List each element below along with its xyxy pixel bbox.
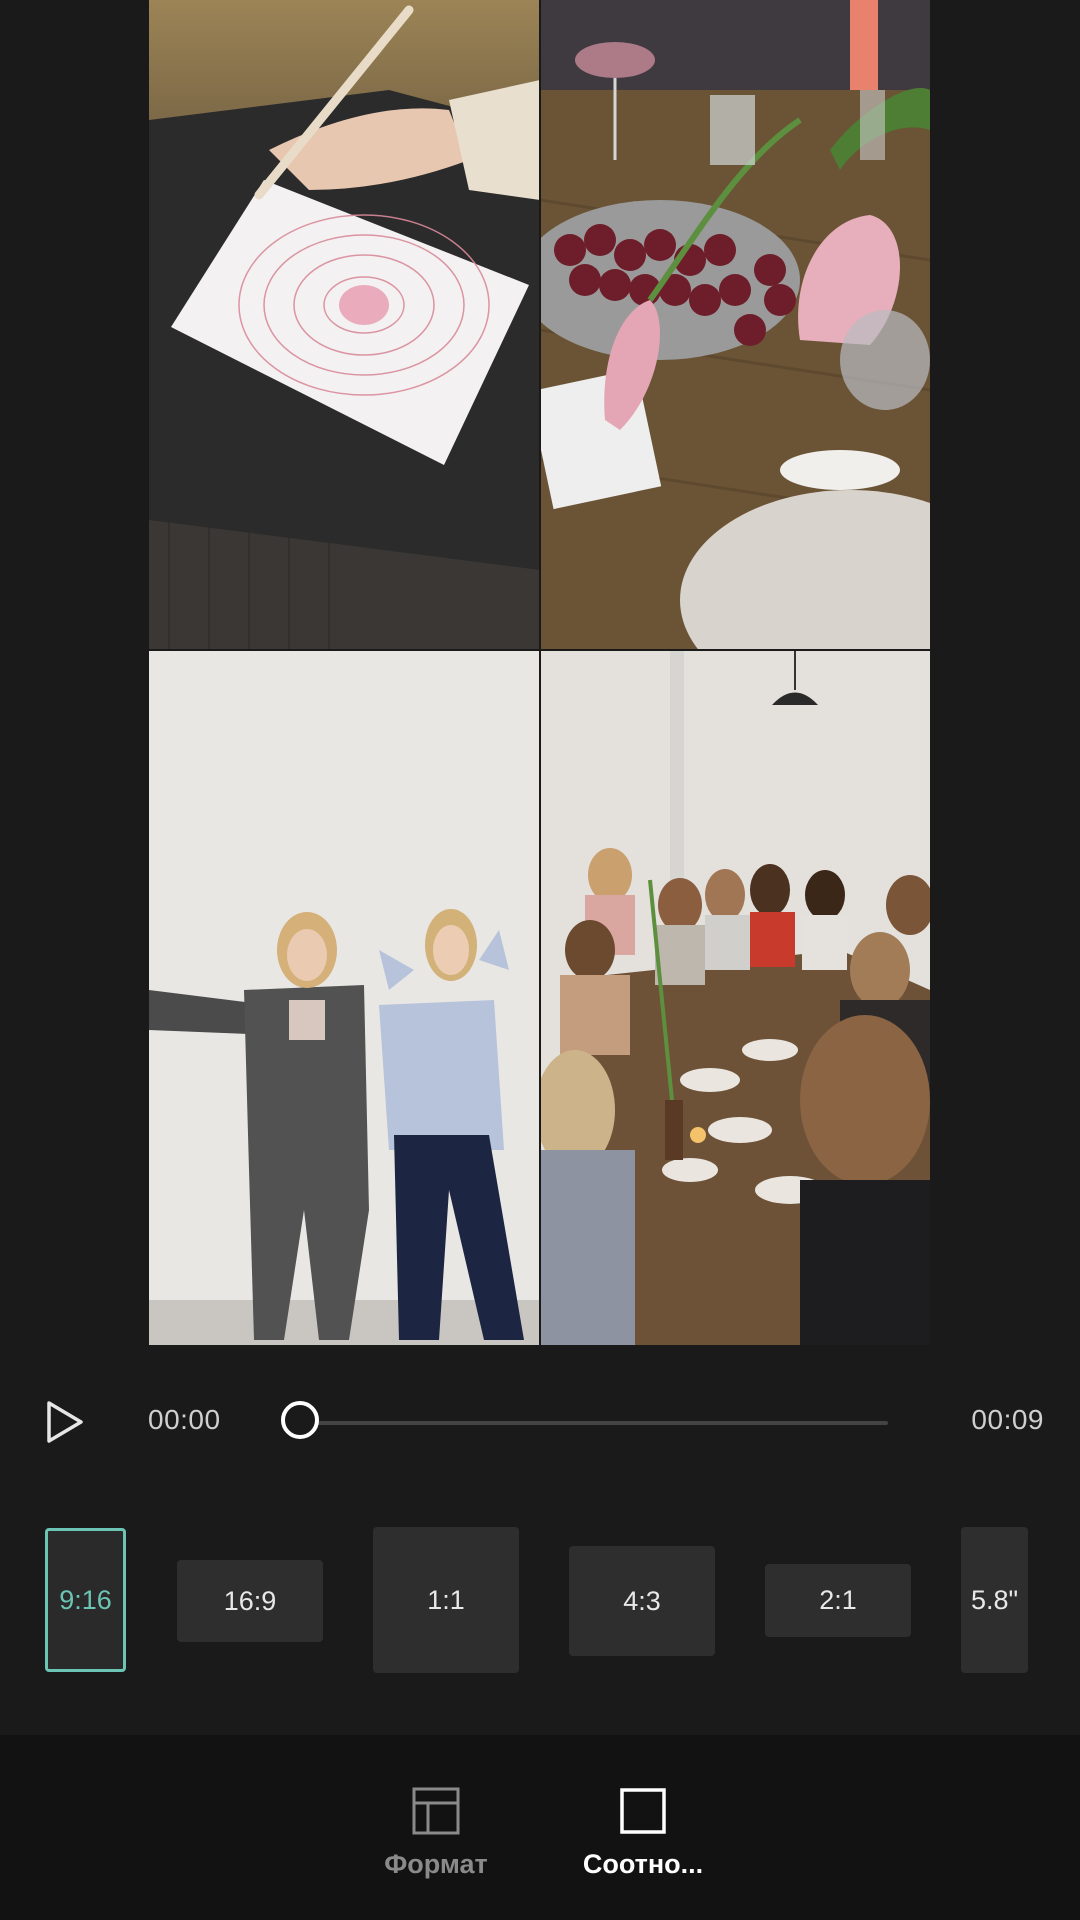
ratio-option-4-3[interactable]: 4:3	[569, 1546, 715, 1656]
aspect-ratio-tool-button[interactable]: Соотно...	[553, 1785, 733, 1880]
play-icon	[47, 1401, 83, 1443]
collage-divider-vertical	[539, 0, 541, 1345]
preview-photo-dinner-table	[540, 0, 930, 650]
format-tool-label: Формат	[384, 1849, 488, 1879]
total-duration: 00:09	[971, 1404, 1044, 1435]
layout-grid-icon	[412, 1787, 460, 1835]
video-editor-screen: 00:00 00:09 9:16 16:9 1:1 4:3 2:1 5.8" Ф…	[0, 0, 1080, 1920]
ratio-option-16-9[interactable]: 16:9	[177, 1560, 323, 1642]
timeline-scrubber[interactable]	[302, 1421, 888, 1425]
video-preview[interactable]	[149, 0, 930, 1345]
square-frame-icon	[620, 1788, 666, 1834]
ratio-option-9-16[interactable]: 9:16	[45, 1528, 126, 1672]
current-time: 00:00	[148, 1404, 221, 1435]
ratio-option-2-1[interactable]: 2:1	[765, 1564, 911, 1637]
collage-divider-horizontal	[149, 649, 930, 651]
bottom-toolbar: Формат Соотно...	[0, 1735, 1080, 1920]
aspect-ratio-options: 9:16 16:9 1:1 4:3 2:1 5.8"	[0, 1520, 1080, 1680]
aspect-ratio-tool-label: Соотно...	[582, 1849, 704, 1879]
playback-controls: 00:00 00:09	[0, 1380, 1080, 1460]
ratio-option-5-8-inch[interactable]: 5.8"	[961, 1527, 1028, 1673]
scrubber-handle[interactable]	[281, 1401, 319, 1439]
ratio-option-1-1[interactable]: 1:1	[373, 1527, 519, 1673]
preview-photo-two-women	[149, 650, 540, 1345]
format-tool-button[interactable]: Формат	[346, 1785, 526, 1880]
preview-photo-drawing-tablet	[149, 0, 540, 650]
play-button[interactable]	[40, 1397, 90, 1447]
preview-photo-dinner-party	[540, 650, 930, 1345]
